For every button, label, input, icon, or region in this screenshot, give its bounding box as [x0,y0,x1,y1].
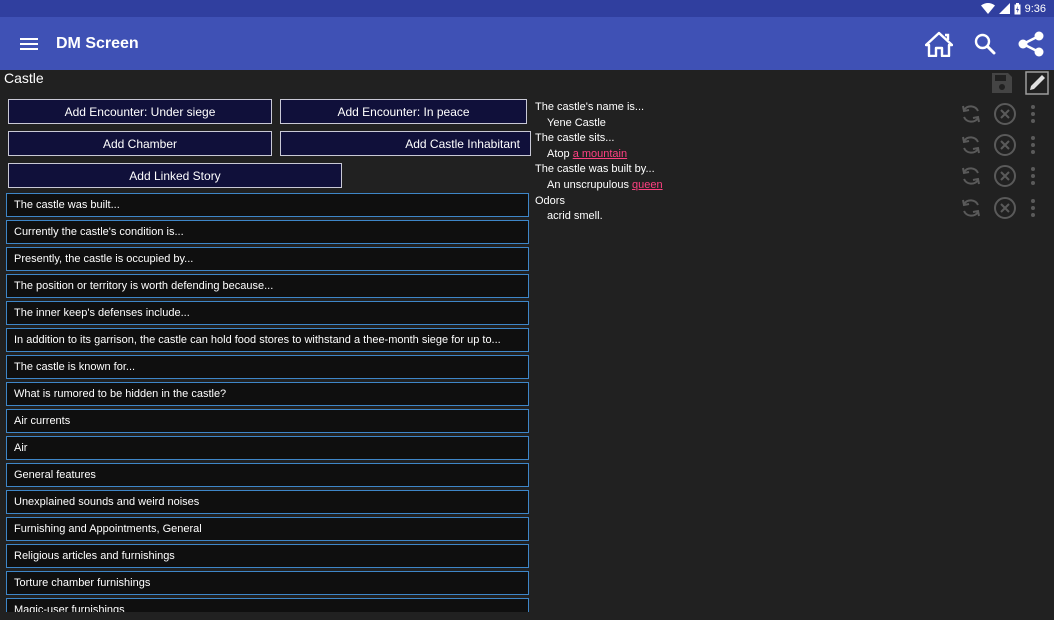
signal-icon [998,3,1010,14]
more-vert-icon [1031,136,1035,154]
remove-button[interactable] [988,132,1022,158]
reroll-button[interactable] [954,132,988,158]
close-circle-icon [994,103,1016,125]
detail-question-sits: The castle sits... [535,132,615,145]
refresh-icon [962,199,980,217]
detail-row-actions [954,195,1044,221]
detail-row-actions [954,163,1044,189]
detail-answer-name: Yene Castle [547,116,606,129]
hamburger-icon [20,37,38,50]
detail-question-built-by: The castle was built by... [535,163,655,176]
search-button[interactable] [962,17,1008,70]
list-item[interactable]: The castle was built... [6,193,529,217]
close-circle-icon [994,134,1016,156]
edit-icon [1025,71,1049,95]
save-icon [992,73,1012,93]
detail-question-odors: Odors [535,194,565,207]
battery-icon [1014,2,1021,15]
edit-button[interactable] [1024,70,1050,96]
remove-button[interactable] [988,163,1022,189]
detail-question-name: The castle's name is... [535,101,645,113]
add-encounter-in-peace-button[interactable]: Add Encounter: In peace [280,99,527,124]
queen-link[interactable]: queen [632,179,663,191]
reroll-button[interactable] [954,163,988,189]
list-item[interactable]: General features [6,463,529,487]
castle-details: The castle's name is... Yene Castle The … [535,100,955,225]
remove-button[interactable] [988,195,1022,221]
add-linked-story-button[interactable]: Add Linked Story [8,163,342,188]
wifi-icon [980,3,995,14]
share-button[interactable] [1008,17,1054,70]
castle-topic-list: The castle was built... Currently the ca… [6,193,529,612]
more-button[interactable] [1022,163,1044,189]
page-title: Castle [4,70,44,86]
page-header: Castle [0,70,1054,96]
more-button[interactable] [1022,195,1044,221]
list-item[interactable]: The position or territory is worth defen… [6,274,529,298]
add-encounter-under-siege-button[interactable]: Add Encounter: Under siege [8,99,272,124]
detail-answer-odors: acrid smell. [547,210,603,223]
list-item[interactable]: The inner keep's defenses include... [6,301,529,325]
app-title: DM Screen [56,34,139,52]
detail-answer-sits: Atop a mountain [547,147,628,160]
list-item[interactable]: Currently the castle's condition is... [6,220,529,244]
save-button[interactable] [989,70,1015,96]
list-item[interactable]: Unexplained sounds and weird noises [6,490,529,514]
home-icon [925,31,953,57]
list-item[interactable]: Presently, the castle is occupied by... [6,247,529,271]
remove-button[interactable] [988,101,1022,127]
add-chamber-button[interactable]: Add Chamber [8,131,272,156]
close-circle-icon [994,197,1016,219]
more-button[interactable] [1022,132,1044,158]
list-item[interactable]: Religious articles and furnishings [6,544,529,568]
share-icon [1018,31,1044,56]
menu-button[interactable] [0,17,58,70]
more-vert-icon [1031,105,1035,123]
list-item[interactable]: What is rumored to be hidden in the cast… [6,382,529,406]
add-castle-inhabitant-button[interactable]: Add Castle Inhabitant [280,131,531,156]
list-item[interactable]: Air currents [6,409,529,433]
home-button[interactable] [916,17,962,70]
more-vert-icon [1031,167,1035,185]
refresh-icon [962,167,980,185]
list-item[interactable]: Magic-user furnishings [6,598,529,612]
list-item[interactable]: Air [6,436,529,460]
list-item[interactable]: The castle is known for... [6,355,529,379]
list-item[interactable]: Torture chamber furnishings [6,571,529,595]
status-time: 9:36 [1024,2,1046,15]
search-icon [974,33,996,54]
detail-answer-built-by: An unscrupulous queen [547,178,663,191]
reroll-button[interactable] [954,101,988,127]
status-bar: 9:36 [0,0,1054,17]
detail-row-actions [954,132,1044,158]
more-button[interactable] [1022,101,1044,127]
app-bar: DM Screen [0,17,1054,70]
mountain-link[interactable]: a mountain [573,148,627,160]
reroll-button[interactable] [954,195,988,221]
close-circle-icon [994,165,1016,187]
list-item[interactable]: Furnishing and Appointments, General [6,517,529,541]
refresh-icon [962,136,980,154]
refresh-icon [962,105,980,123]
list-item[interactable]: In addition to its garrison, the castle … [6,328,529,352]
more-vert-icon [1031,199,1035,217]
detail-row-actions [954,101,1044,127]
